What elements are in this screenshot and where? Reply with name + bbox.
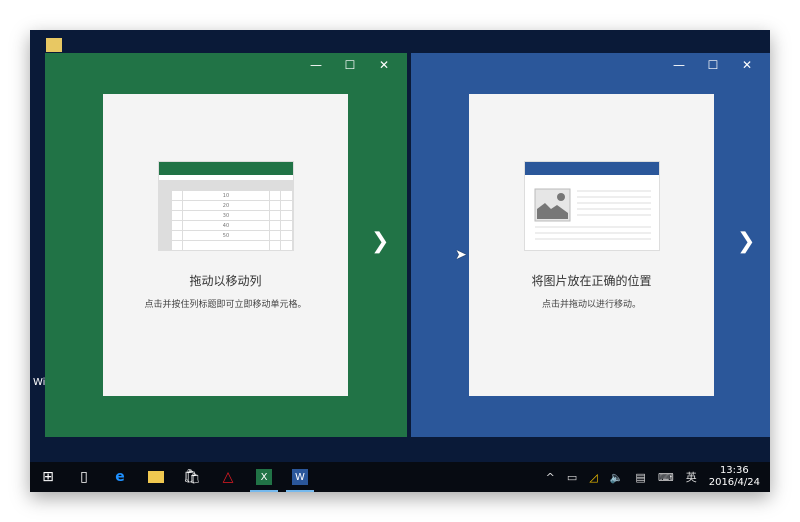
tip-title: 将图片放在正确的位置 (531, 274, 652, 288)
next-arrow-icon[interactable]: ❯ (737, 231, 755, 253)
tip-title: 拖动以移动列 (189, 274, 262, 288)
minimize-button[interactable]: — (662, 57, 696, 73)
ime-indicator[interactable]: 英 (686, 469, 697, 485)
minimize-button[interactable]: — (299, 57, 333, 73)
keyboard-icon[interactable]: ⌨ (658, 471, 674, 484)
excel-illustration: 10 20 30 40 50 (158, 161, 294, 251)
taskbar: ⊞ ▯ e 🛍 △ X W ^ ▭ ◿ 🔈 ▤ ⌨ 英 13:36 2016/4… (30, 462, 770, 492)
file-explorer-icon[interactable] (138, 462, 174, 492)
autodesk-icon[interactable]: △ (210, 462, 246, 492)
start-icon[interactable]: ⊞ (30, 462, 66, 492)
battery-icon[interactable]: ▭ (567, 471, 577, 484)
store-icon[interactable]: 🛍 (174, 462, 210, 492)
word-illustration (524, 161, 660, 251)
date: 2016/4/24 (708, 477, 760, 488)
time: 13:36 (719, 465, 749, 476)
volume-icon[interactable]: 🔈 (610, 471, 624, 484)
tip-subtitle: 点击并按住列标题即可立即移动单元格。 (144, 300, 307, 310)
maximize-button[interactable]: ☐ (696, 57, 730, 73)
excel-taskbar-icon[interactable]: X (246, 462, 282, 492)
edge-icon[interactable]: e (102, 462, 138, 492)
task-view-icon[interactable]: ▯ (66, 462, 102, 492)
tip-card: 10 20 30 40 50 拖动以移动列 点击并按住列标题即可立即移动单元格。 (103, 94, 348, 396)
folder-icon[interactable] (46, 38, 62, 52)
clock[interactable]: 13:36 2016/4/24 (709, 465, 760, 489)
close-button[interactable]: ✕ (367, 57, 401, 73)
mouse-cursor-icon: ➤ (455, 247, 467, 263)
desktop: Wi 设 — ☐ ✕ 10 20 30 40 50 拖动以移动列 点击并按住 (30, 30, 770, 492)
close-button[interactable]: ✕ (730, 57, 764, 73)
excel-window: — ☐ ✕ 10 20 30 40 50 拖动以移动列 点击并按住列标题即可立即… (45, 53, 407, 437)
action-center-icon[interactable]: ▤ (635, 471, 645, 484)
word-window: — ☐ ✕ 将图片放在正确的位置 点击并拖动以进行移动。 ❯ (411, 53, 770, 437)
tip-card: 将图片放在正确的位置 点击并拖动以进行移动。 (469, 94, 714, 396)
maximize-button[interactable]: ☐ (333, 57, 367, 73)
wifi-warning-icon[interactable]: ◿ (589, 471, 597, 484)
chevron-up-icon[interactable]: ^ (546, 471, 555, 484)
next-arrow-icon[interactable]: ❯ (371, 231, 389, 253)
word-taskbar-icon[interactable]: W (282, 462, 318, 492)
tip-subtitle: 点击并拖动以进行移动。 (541, 300, 641, 310)
